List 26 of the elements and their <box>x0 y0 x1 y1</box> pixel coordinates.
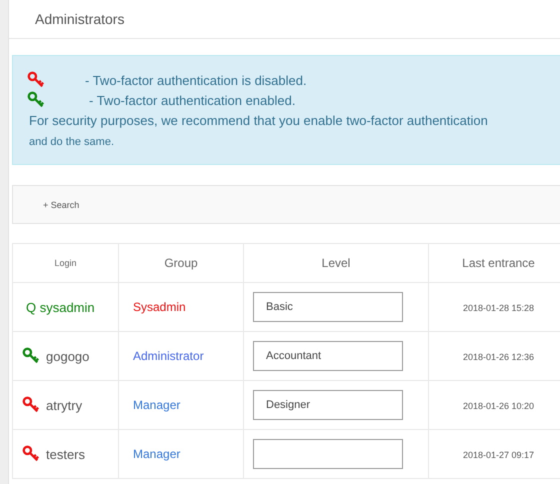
column-header: Group <box>118 244 244 282</box>
login-name: gogogo <box>46 348 90 364</box>
last-entrance-time: 2018-01-26 12:36 <box>462 352 534 362</box>
group-name: Administrator <box>133 349 204 363</box>
group-name: Manager <box>133 447 180 461</box>
notice-text: and do the same. <box>29 136 114 148</box>
level-field[interactable]: Designer <box>253 390 403 420</box>
notice-text: For security purposes, we recommend that you enable two-factor authentication <box>29 112 488 128</box>
last-entrance-time: 2018-01-26 10:20 <box>462 401 534 411</box>
group-name: Sysadmin <box>133 300 186 314</box>
level-field[interactable]: Accountant <box>253 341 403 371</box>
notice-text: - Two-factor authentication enabled. <box>89 92 296 108</box>
level-field[interactable]: Basic <box>253 292 403 322</box>
column-header: Login <box>12 244 118 282</box>
search-link[interactable]: + Search <box>43 200 80 210</box>
notice-text: - Two-factor authentication is disabled. <box>85 72 307 88</box>
column-header: Last entrance <box>428 244 560 282</box>
page-title: Administrators <box>35 11 124 27</box>
last-entrance-time: 2018-01-27 09:17 <box>462 450 534 460</box>
login-name: testers <box>46 446 86 462</box>
level-field[interactable] <box>253 439 403 469</box>
last-entrance-time: 2018-01-28 15:28 <box>462 303 534 313</box>
group-name: Manager <box>133 398 180 412</box>
column-header: Level <box>244 244 428 282</box>
login-name: Q sysadmin <box>25 300 95 314</box>
login-name: atrytry <box>46 398 82 412</box>
